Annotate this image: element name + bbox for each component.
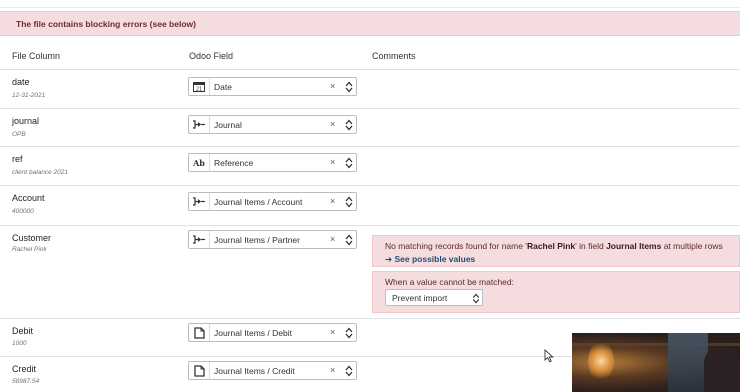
- select-caret-icon[interactable]: [345, 119, 353, 131]
- field-label: Journal Items / Debit: [214, 328, 292, 338]
- column-sample: client balance 2021: [12, 169, 69, 176]
- column-sample: OPB: [12, 131, 26, 138]
- text-ab-icon: Ab: [189, 154, 210, 171]
- clear-icon[interactable]: ×: [330, 196, 335, 206]
- mouse-pointer-icon: [544, 349, 554, 363]
- header-odoo-field: Odoo Field: [189, 51, 234, 61]
- field-label: Journal Items / Credit: [214, 366, 295, 376]
- column-name: journal: [12, 116, 40, 126]
- unmatched-action-select[interactable]: Prevent import: [385, 289, 483, 306]
- table-row: date 12-31-2021 21 Date ×: [0, 70, 740, 109]
- field-label: Reference: [214, 158, 254, 168]
- document-icon: [189, 362, 210, 379]
- webcam-video-overlay: [572, 333, 740, 392]
- no-match-warning: No matching records found for name 'Rach…: [372, 235, 740, 267]
- relation-icon: [189, 116, 210, 133]
- select-caret-icon[interactable]: [345, 234, 353, 246]
- table-row: Account 400000 Journal Items / Account ×: [0, 186, 740, 226]
- relation-icon: [189, 231, 210, 248]
- field-label: Journal Items / Partner: [214, 235, 300, 245]
- table-row: journal OPB Journal ×: [0, 109, 740, 147]
- field-select-date[interactable]: 21 Date ×: [188, 77, 357, 96]
- field-label: Journal Items / Account: [214, 197, 303, 207]
- unmatched-action-value: Prevent import: [392, 293, 448, 303]
- clear-icon[interactable]: ×: [330, 234, 335, 244]
- column-sample: 400000: [12, 208, 34, 215]
- column-name: Debit: [12, 326, 34, 336]
- svg-text:Ab: Ab: [192, 158, 205, 167]
- select-caret-icon[interactable]: [345, 81, 353, 93]
- select-caret-icon[interactable]: [345, 365, 353, 377]
- field-select-journal[interactable]: Journal ×: [188, 115, 357, 134]
- column-sample: Rachel Pink: [12, 246, 47, 253]
- record-name: Rachel Pink: [526, 241, 576, 251]
- top-strip: [0, 0, 740, 8]
- select-caret-icon[interactable]: [345, 157, 353, 169]
- field-select-ref[interactable]: Ab Reference ×: [188, 153, 357, 172]
- column-name: Credit: [12, 364, 37, 374]
- field-select-customer[interactable]: Journal Items / Partner ×: [188, 230, 357, 249]
- field-select-credit[interactable]: Journal Items / Credit ×: [188, 361, 357, 380]
- error-banner: The file contains blocking errors (see b…: [0, 11, 740, 36]
- column-name: Account: [12, 193, 45, 203]
- table-header: File Column Odoo Field Comments: [0, 44, 740, 70]
- unmatched-label: When a value cannot be matched:: [385, 277, 514, 287]
- column-sample: 12-31-2021: [12, 92, 46, 99]
- see-possible-values-link[interactable]: ➔ See possible values: [385, 254, 475, 265]
- clear-icon[interactable]: ×: [330, 327, 335, 337]
- column-sample: 58987.54: [12, 378, 40, 385]
- field-name: Journal Items: [606, 241, 662, 251]
- svg-text:21: 21: [196, 86, 202, 92]
- unmatched-option-box: When a value cannot be matched: Prevent …: [372, 271, 740, 313]
- clear-icon[interactable]: ×: [330, 157, 335, 167]
- column-sample: 1000: [12, 340, 27, 347]
- field-label: Journal: [214, 120, 242, 130]
- column-name: Customer: [12, 233, 52, 243]
- select-caret-icon[interactable]: [345, 327, 353, 339]
- no-match-message: No matching records found for name 'Rach…: [385, 241, 723, 251]
- header-file-column: File Column: [12, 51, 61, 61]
- select-caret-icon: [472, 293, 480, 304]
- calendar-icon: 21: [189, 78, 210, 95]
- error-banner-text: The file contains blocking errors (see b…: [16, 19, 196, 29]
- column-name: ref: [12, 154, 23, 164]
- clear-icon[interactable]: ×: [330, 119, 335, 129]
- clear-icon[interactable]: ×: [330, 81, 335, 91]
- header-comments: Comments: [372, 51, 416, 61]
- document-icon: [189, 324, 210, 341]
- table-row: ref client balance 2021 Ab Reference ×: [0, 147, 740, 186]
- clear-icon[interactable]: ×: [330, 365, 335, 375]
- field-label: Date: [214, 82, 232, 92]
- field-select-account[interactable]: Journal Items / Account ×: [188, 192, 357, 211]
- column-name: date: [12, 77, 30, 87]
- select-caret-icon[interactable]: [345, 196, 353, 208]
- field-select-debit[interactable]: Journal Items / Debit ×: [188, 323, 357, 342]
- relation-icon: [189, 193, 210, 210]
